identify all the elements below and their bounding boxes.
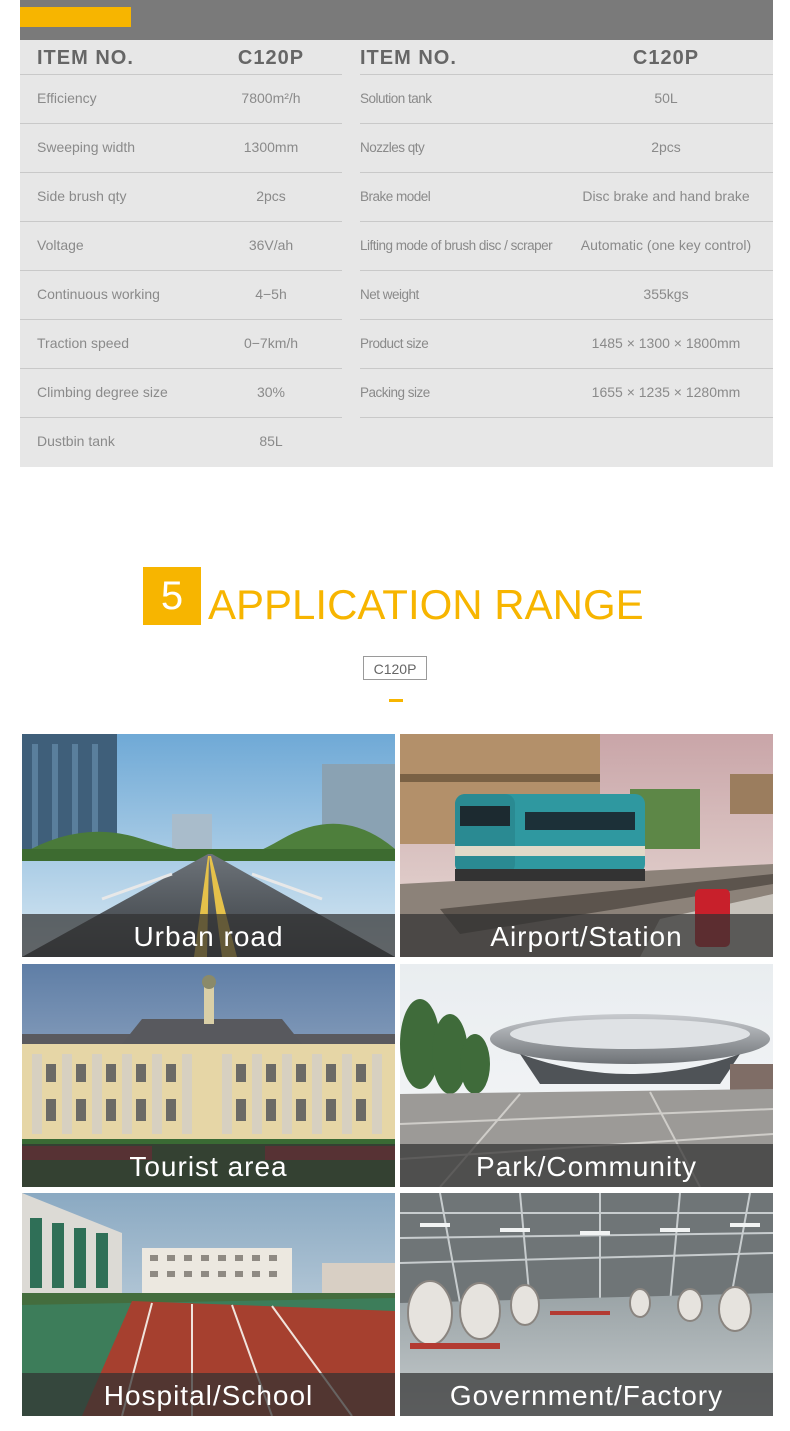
spec-value: 1655 × 1235 × 1280mm xyxy=(591,384,741,400)
spec-row: Dustbin tank 85L xyxy=(20,417,773,466)
accent-dash xyxy=(389,699,403,702)
application-label: Tourist area xyxy=(22,1144,395,1187)
spec-table: ITEM NO. C120P ITEM NO. C120P Efficiency… xyxy=(20,0,773,467)
header-item-no-right: ITEM NO. xyxy=(360,47,457,69)
application-label: Urban road xyxy=(22,914,395,957)
spec-row: Sweeping width 1300mm Nozzles qty 2pcs xyxy=(20,123,773,172)
spec-label: Nozzles qty xyxy=(360,140,425,155)
spec-value: 4−5h xyxy=(255,286,287,302)
accent-bar xyxy=(20,7,131,27)
application-label: Hospital/School xyxy=(22,1373,395,1416)
spec-value: 36V/ah xyxy=(248,237,294,253)
spec-value: 30% xyxy=(256,384,286,400)
application-tile-hospital-school[interactable]: Hospital/School xyxy=(22,1193,395,1416)
spec-label: Solution tank xyxy=(360,91,432,106)
spec-label: Traction speed xyxy=(37,335,130,351)
application-tile-urban-road[interactable]: Urban road xyxy=(22,734,395,957)
spec-value: 7800m²/h xyxy=(241,90,301,106)
spec-header-bar xyxy=(20,0,773,40)
spec-label: Voltage xyxy=(37,237,84,253)
spec-row: Side brush qty 2pcs Brake model Disc brake … xyxy=(20,172,773,221)
spec-value xyxy=(565,417,767,466)
application-tile-government-factory[interactable]: Government/Factory xyxy=(400,1193,773,1416)
spec-label: Continuous working xyxy=(37,286,160,302)
spec-row: Voltage 36V/ah Lifting mode of brush disc … xyxy=(20,221,773,270)
spec-label: Brake model xyxy=(360,189,431,204)
spec-label: Product size xyxy=(360,336,429,351)
application-label: Park/Community xyxy=(400,1144,773,1187)
spec-value: 2pcs xyxy=(256,188,286,204)
application-tile-park-community[interactable]: Park/Community xyxy=(400,964,773,1187)
header-model-left: C120P xyxy=(237,47,305,69)
spec-value: 1485 × 1300 × 1800mm xyxy=(591,335,741,351)
spec-label: Net weight xyxy=(360,287,419,302)
spec-label: Side brush qty xyxy=(37,188,127,204)
application-tile-airport-station[interactable]: Airport/Station xyxy=(400,734,773,957)
spec-row: Climbing degree size 30% Packing size 1655 … xyxy=(20,368,773,417)
spec-label: Dustbin tank xyxy=(37,433,115,449)
spec-label: Sweeping width xyxy=(37,139,136,155)
spec-row: Traction speed 0−7km/h Product size 1485 × … xyxy=(20,319,773,368)
spec-label: Efficiency xyxy=(37,90,97,106)
application-label: Government/Factory xyxy=(400,1373,773,1416)
spec-label: Packing size xyxy=(360,385,430,400)
section-number: 5 xyxy=(143,567,201,625)
header-item-no-left: ITEM NO. xyxy=(37,47,134,69)
header-model-right: C120P xyxy=(632,47,700,69)
spec-label: Lifting mode of brush disc / scraper xyxy=(360,238,553,253)
spec-value: Disc brake and hand brake xyxy=(582,188,750,204)
spec-value: Automatic (one key control) xyxy=(580,237,752,253)
spec-row: Efficiency 7800m²/h Solution tank 50L xyxy=(20,74,773,123)
spec-value: 1300mm xyxy=(243,139,299,155)
spec-value: 2pcs xyxy=(651,139,681,155)
model-tag: C120P xyxy=(363,656,427,680)
spec-value: 85L xyxy=(259,433,283,449)
spec-value: 0−7km/h xyxy=(243,335,299,351)
application-label: Airport/Station xyxy=(400,914,773,957)
application-tile-tourist-area[interactable]: Tourist area xyxy=(22,964,395,1187)
spec-value: 50L xyxy=(654,90,678,106)
spec-row: Continuous working 4−5h Net weight 355kgs xyxy=(20,270,773,319)
section-title: APPLICATION RANGE xyxy=(208,581,644,628)
spec-value: 355kgs xyxy=(643,286,689,302)
spec-label: Climbing degree size xyxy=(37,384,168,400)
